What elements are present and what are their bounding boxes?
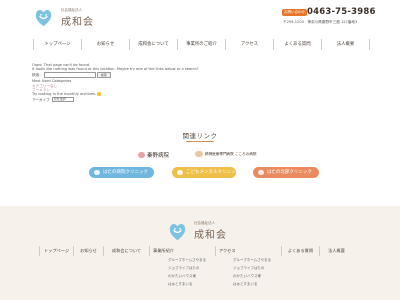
search-form: 検索： 検索 xyxy=(32,72,199,79)
footer-nav-about[interactable]: 成和会について xyxy=(103,246,149,256)
heart-icon xyxy=(195,151,203,157)
title-underline xyxy=(186,141,214,142)
footer-access-link[interactable]: ジョブライフはたの xyxy=(233,264,271,272)
footer-nav-corporate[interactable]: 法人概要 xyxy=(319,246,353,256)
footer-logo-name[interactable]: 成和会 xyxy=(194,226,227,241)
hospital-name: 秦野病院 xyxy=(147,153,170,159)
smile-icon xyxy=(97,92,102,97)
nav-item-access[interactable]: アクセス xyxy=(225,39,273,50)
address-text: 〒259-1203 神奈川県秦野市三廻 127番地3 xyxy=(283,20,358,24)
archive-hint: Try looking in the monthly archives. xyxy=(32,92,199,97)
hospital-link-kokoro[interactable]: 精神医療専門病院 こころの病院 xyxy=(195,151,256,157)
footer-facility-link[interactable]: ジョブライフはたの xyxy=(168,264,206,272)
contact-badge: お問い合わせ xyxy=(282,9,307,16)
search-input[interactable] xyxy=(43,72,96,79)
footer-nav-facilities[interactable]: 事業所紹介 xyxy=(149,246,215,256)
nav-item-about[interactable]: 成和会について xyxy=(129,39,177,50)
hospital-name: 精神医療専門病院 こころの病院 xyxy=(205,151,257,156)
related-links-title: 関連リンク xyxy=(182,132,218,140)
search-button[interactable]: 検索 xyxy=(96,72,111,79)
clinic-link-kodomo[interactable]: こどもメンタルクリニック xyxy=(172,167,240,178)
heart-icon xyxy=(138,152,145,158)
nav-item-faq[interactable]: よくある質問 xyxy=(273,39,321,50)
heart-logo-icon[interactable] xyxy=(167,221,188,242)
footer-facility-link[interactable]: グループホームさやまる xyxy=(168,256,206,264)
nav-item-top[interactable]: トップページ xyxy=(33,39,81,50)
footer-access-link[interactable]: グループホームさやまる xyxy=(233,256,271,264)
nav-item-facilities[interactable]: 事業所のご紹介 xyxy=(177,39,225,50)
search-label: 検索： xyxy=(32,73,43,78)
clinic-link-hadano[interactable]: はたの病院クリニック xyxy=(89,167,154,178)
error-message: It looks like nothing was found at this … xyxy=(32,67,199,72)
global-nav: トップページ お知らせ 成和会について 事業所のご紹介 アクセス よくある質問 … xyxy=(33,39,370,50)
archive-row: アーカイブ 月を選択 xyxy=(32,97,199,103)
footer-facility-link[interactable]: わかたいハウス東 xyxy=(168,272,206,280)
clinic-link-hokubu[interactable]: はたの北部クリニック xyxy=(253,167,319,178)
footer-nav-news[interactable]: お知らせ xyxy=(73,246,103,256)
archive-hint-text: Try looking in the monthly archives. xyxy=(32,92,97,97)
logo-name[interactable]: 成和会 xyxy=(61,13,94,28)
archive-label: アーカイブ xyxy=(32,97,50,102)
archive-select[interactable]: 月を選択 xyxy=(51,97,74,103)
phone-number[interactable]: 0463-75-3986 xyxy=(307,7,376,17)
site-header: 社会福祉法人 成和会 お問い合わせ 0463-75-3986 〒259-1203… xyxy=(0,0,400,36)
heart-logo-icon[interactable] xyxy=(33,7,54,28)
footer-nav: トップページ お知らせ 成和会について 事業所紹介 アクセス よくある質問 法人… xyxy=(39,246,369,256)
not-found-content: Oops! That page can't be found. It looks… xyxy=(32,63,199,103)
footer-facility-list: グループホームさやまる ジョブライフはたの わかたいハウス東 はぁとすまいる xyxy=(168,256,206,288)
nav-item-news[interactable]: お知らせ xyxy=(81,39,129,50)
footer-access-list: グループホームさやまる ジョブライフはたの わかたいハウス東 はぁとすまいる xyxy=(233,256,271,288)
hospital-link-hadano[interactable]: 秦野病院 xyxy=(138,151,169,159)
nav-item-corporate[interactable]: 法人概要 xyxy=(321,39,370,50)
footer-nav-top[interactable]: トップページ xyxy=(39,246,73,256)
footer-access-link[interactable]: はぁとすまいる xyxy=(233,280,271,288)
footer-access-link[interactable]: わかたいハウス東 xyxy=(233,272,271,280)
footer-facility-link[interactable]: はぁとすまいる xyxy=(168,280,206,288)
footer-nav-access[interactable]: アクセス xyxy=(215,246,281,256)
footer-nav-faq[interactable]: よくある質問 xyxy=(281,246,319,256)
